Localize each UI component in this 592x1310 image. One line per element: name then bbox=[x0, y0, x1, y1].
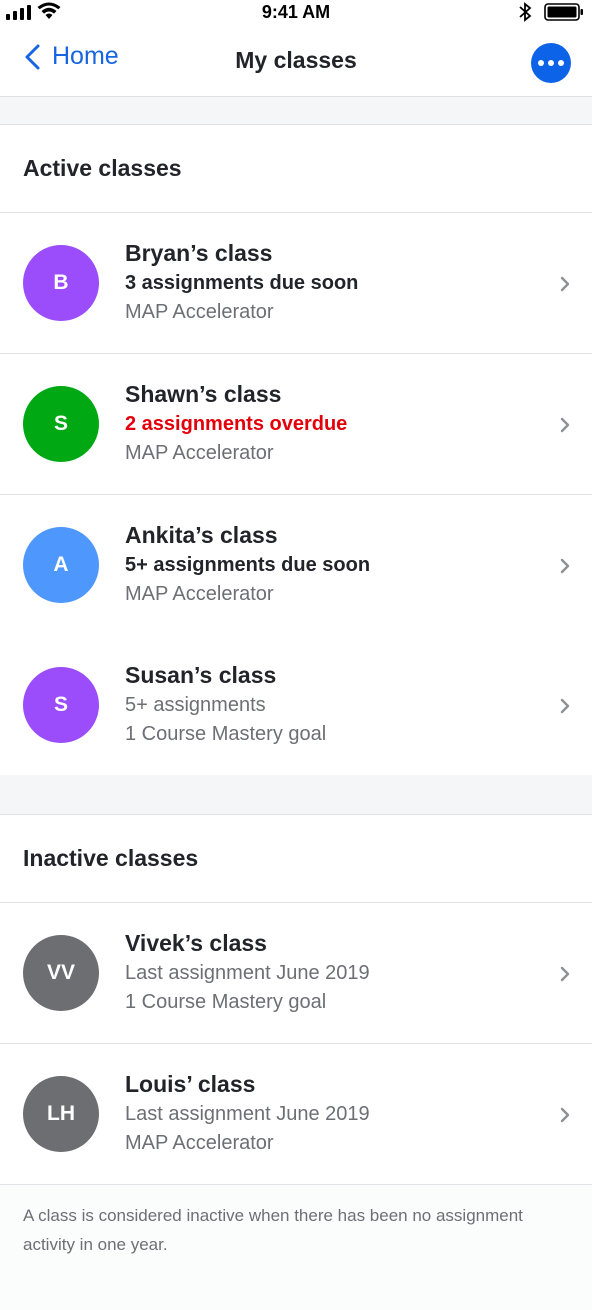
last-assignment: Last assignment June 2019 bbox=[125, 962, 370, 984]
class-program: 1 Course Mastery goal bbox=[125, 723, 327, 745]
inactive-classes-header: Inactive classes bbox=[0, 815, 592, 903]
chevron-right-icon bbox=[560, 276, 570, 292]
class-name: Shawn’s class bbox=[125, 381, 282, 407]
class-row-shawn[interactable]: S Shawn’s class 2 assignments overdue MA… bbox=[0, 354, 592, 495]
assignment-status: 5+ assignments due soon bbox=[125, 554, 371, 576]
class-program: MAP Accelerator bbox=[125, 442, 274, 464]
battery-icon bbox=[544, 3, 583, 21]
chevron-right-icon bbox=[560, 698, 570, 714]
chevron-right-icon bbox=[560, 558, 570, 574]
class-row-ankita[interactable]: A Ankita’s class 5+ assignments due soon… bbox=[0, 495, 592, 636]
page-title: My classes bbox=[235, 47, 357, 73]
class-program: MAP Accelerator bbox=[125, 301, 274, 323]
footer-note-text: A class is considered inactive when ther… bbox=[23, 1206, 523, 1254]
more-icon bbox=[538, 60, 544, 66]
class-row-louis[interactable]: LH Louis’ class Last assignment June 201… bbox=[0, 1044, 592, 1185]
bluetooth-icon bbox=[519, 2, 532, 22]
avatar: S bbox=[23, 386, 99, 462]
assignment-status: 5+ assignments bbox=[125, 694, 266, 716]
class-row-vivek[interactable]: VV Vivek’s class Last assignment June 20… bbox=[0, 903, 592, 1044]
chevron-right-icon bbox=[560, 1107, 570, 1123]
class-name: Ankita’s class bbox=[125, 522, 278, 548]
status-bar: 9:41 AM bbox=[0, 0, 592, 26]
assignment-status: 3 assignments due soon bbox=[125, 272, 359, 294]
inactive-explanation: A class is considered inactive when ther… bbox=[0, 1184, 592, 1310]
class-row-susan[interactable]: S Susan’s class 5+ assignments 1 Course … bbox=[0, 635, 592, 776]
class-program: 1 Course Mastery goal bbox=[125, 991, 327, 1013]
assignment-status-overdue: 2 assignments overdue bbox=[125, 413, 348, 435]
last-assignment: Last assignment June 2019 bbox=[125, 1103, 370, 1125]
chevron-right-icon bbox=[560, 417, 570, 433]
avatar: LH bbox=[23, 1076, 99, 1152]
navigation-bar: Home My classes bbox=[0, 30, 592, 96]
section-separator bbox=[0, 775, 592, 815]
avatar: B bbox=[23, 245, 99, 321]
active-classes-title: Active classes bbox=[23, 155, 182, 181]
class-name: Louis’ class bbox=[125, 1071, 256, 1097]
class-name: Bryan’s class bbox=[125, 240, 273, 266]
avatar: VV bbox=[23, 935, 99, 1011]
section-separator bbox=[0, 96, 592, 125]
more-options-button[interactable] bbox=[531, 43, 571, 83]
inactive-classes-title: Inactive classes bbox=[23, 845, 199, 871]
class-name: Vivek’s class bbox=[125, 930, 267, 956]
class-name: Susan’s class bbox=[125, 662, 277, 688]
avatar: S bbox=[23, 667, 99, 743]
class-program: MAP Accelerator bbox=[125, 583, 274, 605]
active-classes-header: Active classes bbox=[0, 125, 592, 213]
status-time: 9:41 AM bbox=[261, 2, 331, 22]
chevron-right-icon bbox=[560, 966, 570, 982]
class-row-bryan[interactable]: B Bryan’s class 3 assignments due soon M… bbox=[0, 213, 592, 354]
class-program: MAP Accelerator bbox=[125, 1132, 274, 1154]
avatar: A bbox=[23, 527, 99, 603]
